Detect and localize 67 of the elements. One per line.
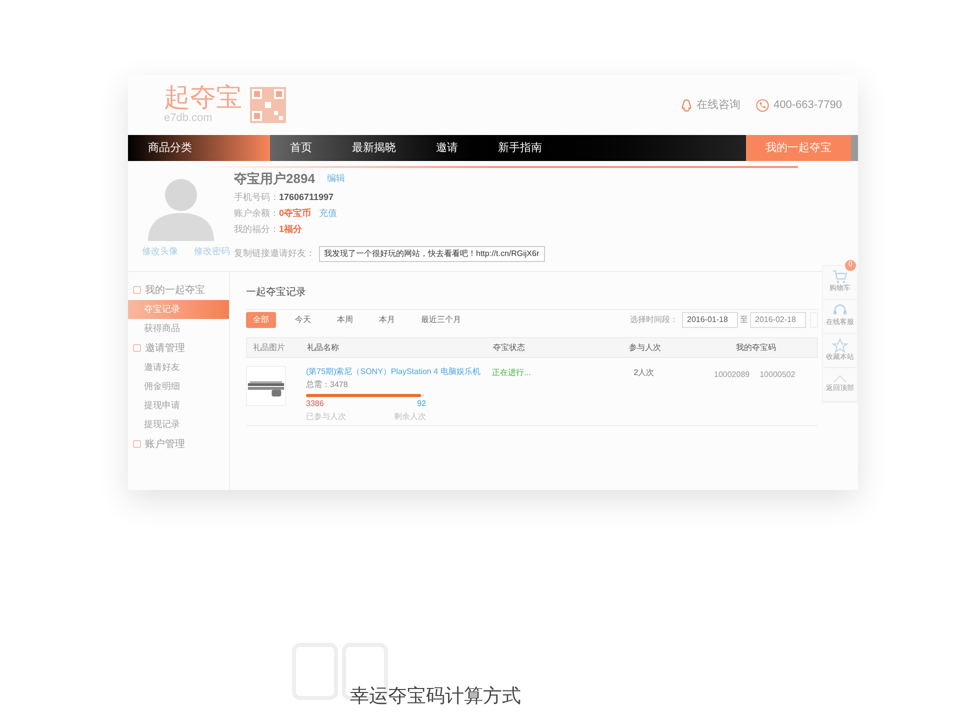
product-link[interactable]: (第75期)索尼（SONY）PlayStation 4 电脑娱乐机 xyxy=(306,366,492,378)
section-heading: 幸运夺宝码计算方式 xyxy=(350,685,521,709)
filter-tab[interactable]: 本周 xyxy=(330,312,360,328)
nav-link[interactable]: 邀请 xyxy=(416,140,478,156)
remaining-label: 剩余人次 xyxy=(394,411,426,423)
invite-link-field[interactable]: 我发现了一个很好玩的网站，快去看看吧！http://t.cn/RGijX6r xyxy=(319,246,545,262)
cart-icon xyxy=(832,270,848,284)
group-icon xyxy=(133,440,141,448)
field-label: 手机号码： xyxy=(234,191,279,204)
star-icon xyxy=(832,338,848,353)
date-range-label: 选择时间段： xyxy=(630,314,678,326)
sidebar-item[interactable]: 提现记录 xyxy=(128,415,229,434)
date-to-field[interactable]: 2016-02-18 xyxy=(750,312,806,328)
sidebar-item[interactable]: 获得商品 xyxy=(128,319,229,338)
phone-icon xyxy=(756,98,770,112)
profile-link[interactable]: 修改头像 xyxy=(142,245,178,258)
consult-link[interactable]: 在线咨询 xyxy=(696,96,740,114)
joined-count: 3386 xyxy=(306,398,324,410)
lottery-code: 10002089 xyxy=(714,369,750,381)
column-header: 礼品名称 xyxy=(307,342,340,354)
field-value: 0夺宝币 xyxy=(279,207,312,220)
my-account-tab[interactable]: 我的一起夺宝 xyxy=(746,135,851,161)
field-value: 17606711997 xyxy=(279,191,334,204)
participation-count: 2人次 xyxy=(634,367,654,379)
column-header: 夺宝状态 xyxy=(493,342,526,354)
field-label: 账户余额： xyxy=(234,207,279,220)
sidebar-item[interactable]: 佣金明细 xyxy=(128,377,229,396)
recharge-link[interactable]: 充值 xyxy=(319,207,338,221)
nav-link[interactable]: 首页 xyxy=(270,140,332,156)
sidebar-group[interactable]: 账户管理 xyxy=(145,436,185,452)
phone-number: 400-663-7790 xyxy=(773,98,842,113)
date-from-field[interactable]: 2016-01-18 xyxy=(682,312,738,328)
filter-tab[interactable]: 今天 xyxy=(288,312,318,328)
chevron-up-icon xyxy=(832,374,848,384)
edit-link[interactable]: 编辑 xyxy=(326,172,345,186)
sidebar-item[interactable]: 提现申请 xyxy=(128,396,229,415)
sidebar-group[interactable]: 我的一起夺宝 xyxy=(145,282,205,298)
qr-code-icon xyxy=(250,87,286,123)
sidebar-item[interactable]: 邀请好友 xyxy=(128,358,229,377)
filter-tab[interactable]: 最近三个月 xyxy=(414,312,468,328)
username: 夺宝用户2894 xyxy=(234,170,315,188)
logo-text: 起夺宝 xyxy=(163,84,242,110)
group-icon xyxy=(133,344,141,352)
filter-tab[interactable]: 全部 xyxy=(246,312,276,328)
column-header: 礼品图片 xyxy=(252,342,286,354)
nav-link[interactable]: 新手指南 xyxy=(478,140,562,156)
invite-label: 复制链接邀请好友： xyxy=(234,246,315,260)
field-value: 1福分 xyxy=(279,223,302,236)
nav-end-bar xyxy=(851,135,858,161)
group-icon xyxy=(133,286,141,294)
section-title: 一起夺宝记录 xyxy=(246,286,306,300)
field-label: 我的福分： xyxy=(234,223,279,236)
column-header: 我的夺宝码 xyxy=(736,342,776,354)
status-text: 正在进行... xyxy=(492,367,532,379)
remaining-count: 92 xyxy=(417,398,426,410)
sidebar-group[interactable]: 邀请管理 xyxy=(145,340,185,356)
profile-link[interactable]: 修改密码 xyxy=(194,245,230,258)
joined-label: 已参与人次 xyxy=(306,411,346,423)
penguin-icon xyxy=(681,98,692,112)
date-separator: 至 xyxy=(740,314,748,326)
column-header: 参与人次 xyxy=(629,342,661,354)
category-menu[interactable]: 商品分类 xyxy=(128,135,270,161)
lottery-code: 10000502 xyxy=(760,369,796,381)
sidebar-item[interactable]: 夺宝记录 xyxy=(128,300,229,319)
nav-link[interactable]: 最新揭晓 xyxy=(332,140,416,156)
filter-tab[interactable]: 本月 xyxy=(372,312,402,328)
total-required: 总需：3478 xyxy=(306,379,349,391)
